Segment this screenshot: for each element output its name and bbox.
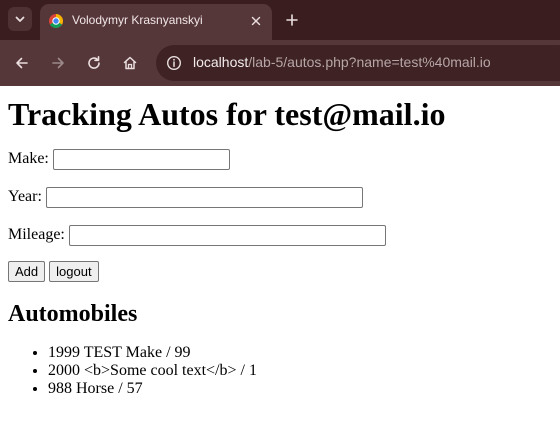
tab-search-button[interactable] [8,7,32,31]
address-bar[interactable]: localhost/lab-5/autos.php?name=test%40ma… [156,45,560,81]
mileage-row: Mileage: [8,223,552,247]
reload-button[interactable] [82,51,106,75]
mileage-input[interactable] [68,224,386,246]
new-tab-button[interactable] [282,10,302,30]
logout-button[interactable]: logout [49,261,99,282]
page-title: Tracking Autos for test@mail.io [8,96,446,132]
year-row: Year: [8,185,552,209]
arrow-right-icon [52,57,64,69]
back-button[interactable] [10,51,34,75]
home-button[interactable] [118,51,142,75]
automobiles-heading: Automobiles [8,301,138,327]
list-item: 988 Horse / 57 [48,380,552,398]
make-input[interactable] [52,148,230,170]
tab-title: Volodymyr Krasnyanskyi [72,13,203,27]
url-text: localhost/lab-5/autos.php?name=test%40ma… [193,54,491,70]
year-input[interactable] [45,186,363,208]
tab-strip: Volodymyr Krasnyanskyi [0,0,560,40]
url-path: /lab-5/autos.php?name=test%40mail.io [248,54,491,70]
info-icon [166,55,182,71]
site-info-button[interactable] [162,51,186,75]
url-host: localhost [193,54,249,70]
mileage-label: Mileage: [8,226,65,243]
make-row: Make: [8,147,552,171]
tab-active[interactable]: Volodymyr Krasnyanskyi [40,4,272,40]
chrome-favicon-icon [49,14,63,28]
page-content: Tracking Autos for test@mail.io Make: Ye… [0,96,560,398]
home-icon [123,56,137,70]
plus-icon [286,14,298,26]
reload-icon [88,56,100,69]
form-buttons: Add logout [8,261,552,282]
make-label: Make: [8,150,49,167]
automobiles-list: 1999 TEST Make / 99 2000 <b>Some cool te… [8,344,552,398]
add-button[interactable]: Add [8,261,46,282]
arrow-left-icon [16,57,28,69]
forward-button[interactable] [46,51,70,75]
chevron-down-icon [15,16,25,22]
close-icon [251,16,261,26]
year-label: Year: [8,188,42,205]
list-item: 2000 <b>Some cool text</b> / 1 [48,362,552,380]
list-item: 1999 TEST Make / 99 [48,344,552,362]
browser-toolbar: localhost/lab-5/autos.php?name=test%40ma… [0,40,560,86]
tab-close-button[interactable] [248,13,264,29]
